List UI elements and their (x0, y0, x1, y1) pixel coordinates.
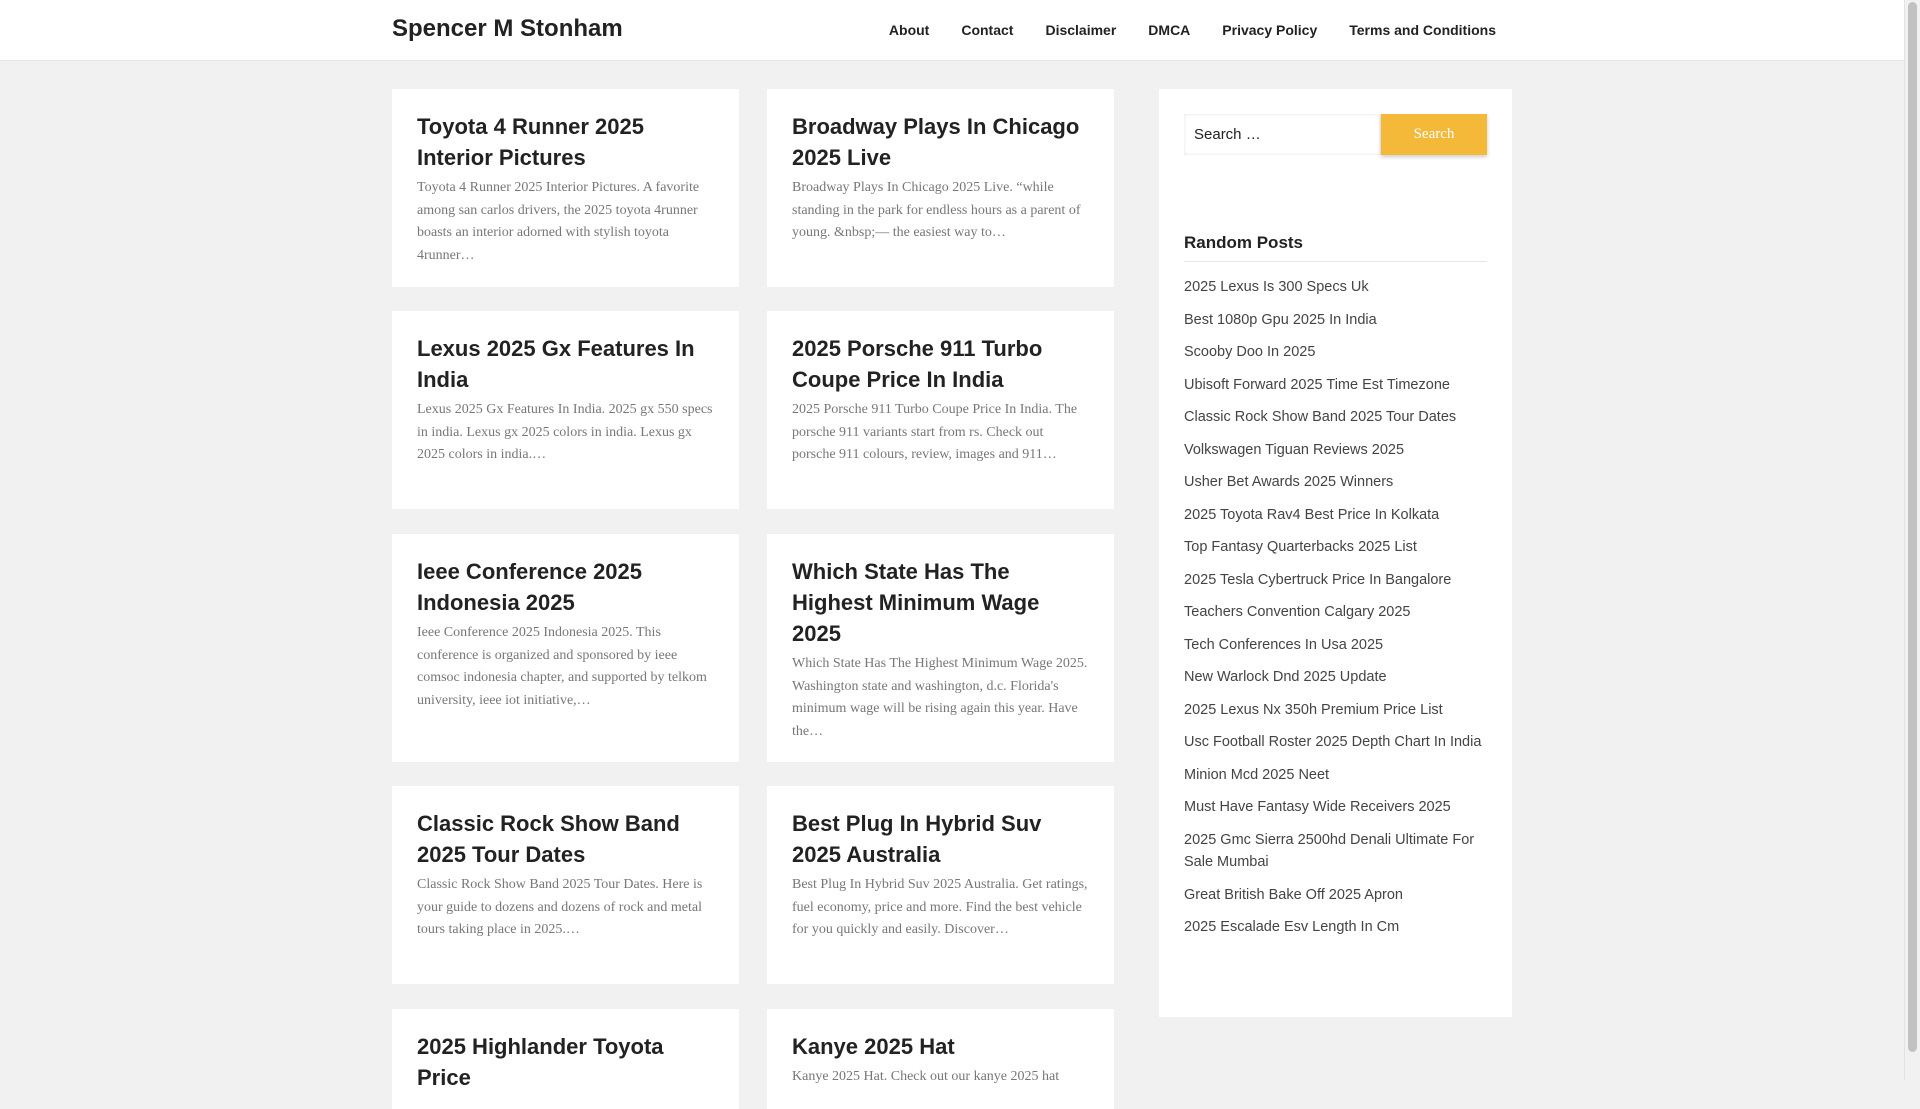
post-card: Ieee Conference 2025 Indonesia 2025 Ieee… (392, 534, 739, 762)
post-excerpt: Lexus 2025 Gx Features In India. 2025 gx… (417, 402, 713, 462)
list-item: Must Have Fantasy Wide Receivers 2025 (1184, 796, 1487, 819)
random-post-link[interactable]: 2025 Escalade Esv Length In Cm (1184, 919, 1399, 935)
post-title[interactable]: Kanye 2025 Hat (792, 1031, 1089, 1062)
post-card: 2025 Porsche 911 Turbo Coupe Price In In… (767, 311, 1114, 509)
post-title[interactable]: Ieee Conference 2025 Indonesia 2025 (417, 556, 714, 618)
list-item: Minion Mcd 2025 Neet (1184, 764, 1487, 787)
random-post-link[interactable]: 2025 Tesla Cybertruck Price In Bangalore (1184, 572, 1451, 588)
random-post-link[interactable]: Minion Mcd 2025 Neet (1184, 767, 1329, 783)
post-title[interactable]: Lexus 2025 Gx Features In India (417, 333, 714, 395)
list-item: 2025 Lexus Is 300 Specs Uk (1184, 276, 1487, 299)
main-nav: About Contact Disclaimer DMCA Privacy Po… (873, 0, 1496, 60)
post-card: Lexus 2025 Gx Features In India Lexus 20… (392, 311, 739, 509)
post-title[interactable]: 2025 Highlander Toyota Price (417, 1031, 714, 1093)
post-title[interactable]: Best Plug In Hybrid Suv 2025 Australia (792, 808, 1089, 870)
random-post-link[interactable]: Classic Rock Show Band 2025 Tour Dates (1184, 409, 1456, 425)
nav-about[interactable]: About (873, 0, 945, 60)
list-item: Classic Rock Show Band 2025 Tour Dates (1184, 406, 1487, 429)
list-item: Great British Bake Off 2025 Apron (1184, 884, 1487, 907)
list-item: Top Fantasy Quarterbacks 2025 List (1184, 536, 1487, 559)
random-post-link[interactable]: Teachers Convention Calgary 2025 (1184, 604, 1411, 620)
random-post-link[interactable]: Great British Bake Off 2025 Apron (1184, 887, 1403, 903)
list-item: Tech Conferences In Usa 2025 (1184, 634, 1487, 657)
random-posts-heading: Random Posts (1184, 233, 1487, 262)
post-title[interactable]: Broadway Plays In Chicago 2025 Live (792, 111, 1089, 173)
post-excerpt: 2025 Porsche 911 Turbo Coupe Price In In… (792, 402, 1078, 462)
post-title[interactable]: Which State Has The Highest Minimum Wage… (792, 556, 1089, 649)
post-card: Kanye 2025 Hat Kanye 2025 Hat. Check out… (767, 1009, 1114, 1109)
post-excerpt: Kanye 2025 Hat. Check out our kanye 2025… (792, 1069, 1060, 1084)
random-post-link[interactable]: Scooby Doo In 2025 (1184, 344, 1315, 360)
scrollbar-thumb[interactable] (1908, 2, 1917, 1052)
post-card: Classic Rock Show Band 2025 Tour Dates C… (392, 786, 739, 984)
random-post-link[interactable]: Top Fantasy Quarterbacks 2025 List (1184, 539, 1417, 555)
search-form: Search (1184, 114, 1487, 155)
post-excerpt: Broadway Plays In Chicago 2025 Live. “wh… (792, 180, 1081, 240)
random-post-link[interactable]: Must Have Fantasy Wide Receivers 2025 (1184, 799, 1451, 815)
random-post-link[interactable]: Usc Football Roster 2025 Depth Chart In … (1184, 734, 1481, 750)
post-card: Broadway Plays In Chicago 2025 Live Broa… (767, 89, 1114, 287)
list-item: 2025 Tesla Cybertruck Price In Bangalore (1184, 569, 1487, 592)
random-post-link[interactable]: 2025 Lexus Is 300 Specs Uk (1184, 279, 1369, 295)
random-post-link[interactable]: Tech Conferences In Usa 2025 (1184, 637, 1383, 653)
nav-contact[interactable]: Contact (945, 0, 1029, 60)
list-item: 2025 Lexus Nx 350h Premium Price List (1184, 699, 1487, 722)
post-excerpt: Classic Rock Show Band 2025 Tour Dates. … (417, 877, 703, 937)
nav-dmca[interactable]: DMCA (1132, 0, 1206, 60)
post-card: Toyota 4 Runner 2025 Interior Pictures T… (392, 89, 739, 287)
random-posts-list: 2025 Lexus Is 300 Specs Uk Best 1080p Gp… (1184, 276, 1487, 939)
list-item: Best 1080p Gpu 2025 In India (1184, 309, 1487, 332)
random-post-link[interactable]: Volkswagen Tiguan Reviews 2025 (1184, 442, 1404, 458)
post-excerpt: Which State Has The Highest Minimum Wage… (792, 656, 1088, 739)
post-title[interactable]: 2025 Porsche 911 Turbo Coupe Price In In… (792, 333, 1089, 395)
post-title[interactable]: Toyota 4 Runner 2025 Interior Pictures (417, 111, 714, 173)
list-item: 2025 Toyota Rav4 Best Price In Kolkata (1184, 504, 1487, 527)
search-input[interactable] (1184, 114, 1381, 155)
nav-terms-and-conditions[interactable]: Terms and Conditions (1333, 0, 1496, 60)
post-excerpt: Toyota 4 Runner 2025 Interior Pictures. … (417, 180, 700, 263)
search-button[interactable]: Search (1381, 114, 1487, 155)
sidebar: Search Random Posts 2025 Lexus Is 300 Sp… (1159, 89, 1512, 1017)
post-card: Which State Has The Highest Minimum Wage… (767, 534, 1114, 762)
list-item: Usc Football Roster 2025 Depth Chart In … (1184, 731, 1487, 754)
list-item: Volkswagen Tiguan Reviews 2025 (1184, 439, 1487, 462)
random-post-link[interactable]: 2025 Lexus Nx 350h Premium Price List (1184, 702, 1443, 718)
list-item: 2025 Gmc Sierra 2500hd Denali Ultimate F… (1184, 829, 1487, 874)
list-item: Usher Bet Awards 2025 Winners (1184, 471, 1487, 494)
random-post-link[interactable]: Best 1080p Gpu 2025 In India (1184, 312, 1377, 328)
list-item: 2025 Escalade Esv Length In Cm (1184, 916, 1487, 939)
post-excerpt: Best Plug In Hybrid Suv 2025 Australia. … (792, 877, 1088, 937)
post-excerpt: Ieee Conference 2025 Indonesia 2025. Thi… (417, 625, 707, 708)
site-title[interactable]: Spencer M Stonham (392, 15, 623, 43)
random-post-link[interactable]: New Warlock Dnd 2025 Update (1184, 669, 1387, 685)
list-item: Ubisoft Forward 2025 Time Est Timezone (1184, 374, 1487, 397)
nav-disclaimer[interactable]: Disclaimer (1029, 0, 1132, 60)
post-card: Best Plug In Hybrid Suv 2025 Australia B… (767, 786, 1114, 984)
random-post-link[interactable]: Ubisoft Forward 2025 Time Est Timezone (1184, 377, 1450, 393)
site-header: Spencer M Stonham About Contact Disclaim… (0, 0, 1905, 61)
nav-privacy-policy[interactable]: Privacy Policy (1206, 0, 1333, 60)
random-post-link[interactable]: 2025 Toyota Rav4 Best Price In Kolkata (1184, 507, 1439, 523)
random-post-link[interactable]: 2025 Gmc Sierra 2500hd Denali Ultimate F… (1184, 832, 1474, 871)
list-item: Teachers Convention Calgary 2025 (1184, 601, 1487, 624)
random-post-link[interactable]: Usher Bet Awards 2025 Winners (1184, 474, 1393, 490)
list-item: New Warlock Dnd 2025 Update (1184, 666, 1487, 689)
page-scrollbar[interactable] (1904, 0, 1920, 1080)
list-item: Scooby Doo In 2025 (1184, 341, 1487, 364)
post-title[interactable]: Classic Rock Show Band 2025 Tour Dates (417, 808, 714, 870)
post-card: 2025 Highlander Toyota Price (392, 1009, 739, 1109)
